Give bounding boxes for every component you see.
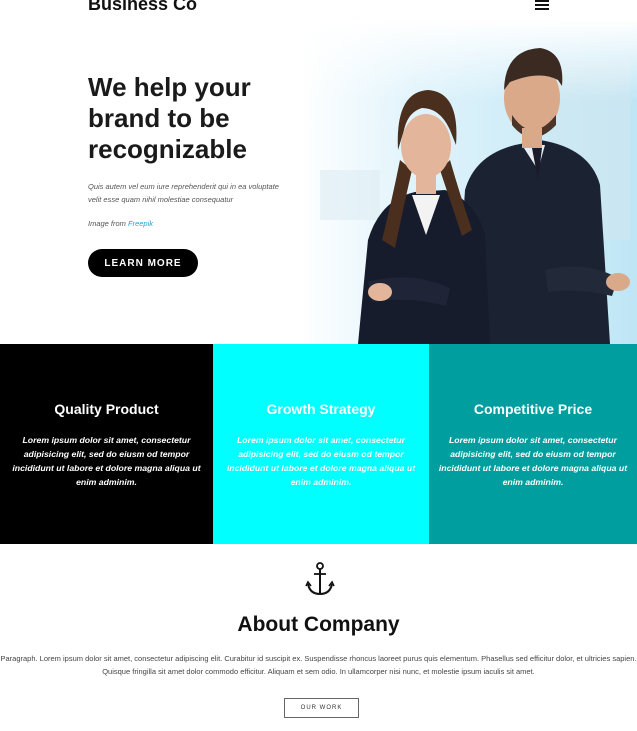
feature-competitive-price: Competitive Price Lorem ipsum dolor sit … [429, 344, 637, 544]
our-work-button[interactable]: OUR WORK [284, 698, 359, 718]
anchor-icon [305, 562, 335, 598]
feature-title: Growth Strategy [266, 401, 376, 417]
hero-image [300, 20, 637, 344]
image-credit: Image from Freepik [88, 219, 153, 228]
freepik-link[interactable]: Freepik [128, 219, 153, 228]
feature-text: Lorem ipsum dolor sit amet, consectetur … [438, 435, 628, 487]
about-title: About Company [237, 613, 400, 636]
feature-title: Competitive Price [473, 401, 593, 417]
brand-logo[interactable]: Business Co [88, 0, 197, 16]
menu-icon[interactable] [535, 0, 549, 10]
feature-text: Lorem ipsum dolor sit amet, consectetur … [12, 435, 201, 487]
hero-description: Quis autem vel eum iure reprehenderit qu… [88, 182, 279, 204]
feature-quality-product: Quality Product Lorem ipsum dolor sit am… [0, 344, 213, 544]
page: Business Co We help your brand to be rec… [0, 0, 637, 731]
features-section: Quality Product Lorem ipsum dolor sit am… [0, 344, 637, 544]
feature-growth-strategy: Growth Strategy Lorem ipsum dolor sit am… [213, 344, 429, 544]
about-text: Paragraph. Lorem ipsum dolor sit amet, c… [0, 654, 637, 676]
learn-more-button[interactable]: LEARN MORE [88, 249, 198, 277]
feature-title: Quality Product [54, 401, 159, 417]
hero-title: We help your brand to be recognizable [88, 72, 251, 164]
image-credit-prefix: Image from [88, 219, 129, 228]
feature-text: Lorem ipsum dolor sit amet, consectetur … [226, 435, 416, 487]
